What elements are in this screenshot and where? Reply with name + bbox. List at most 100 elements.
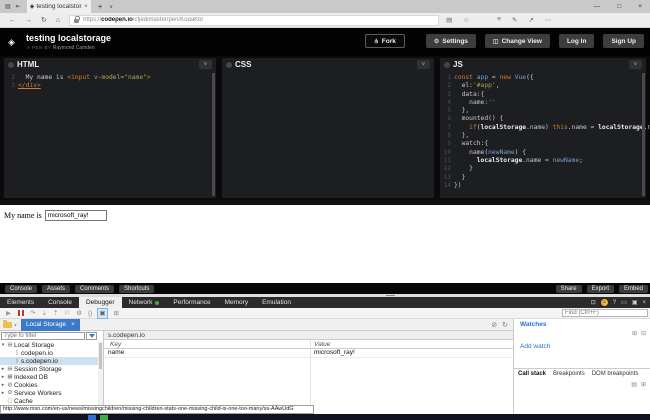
js-editor-scrollbar[interactable] xyxy=(642,73,645,196)
tab-dom-breakpoints[interactable]: DOM breakpoints xyxy=(592,371,639,377)
code-line[interactable]: 4 name:'' xyxy=(440,99,646,107)
tree-item[interactable]: ▾Local Storage xyxy=(0,341,103,349)
feedback-smiley-icon[interactable]: ☺ xyxy=(601,299,608,306)
web-note-icon[interactable] xyxy=(512,16,517,24)
tab-elements[interactable]: Elements xyxy=(0,297,41,308)
step-out-icon[interactable] xyxy=(53,309,58,318)
code-line[interactable]: 2 My name is <input v-model="name"> xyxy=(4,74,216,82)
js-code-area[interactable]: 1const app = new Vue({2 el:'#app',3 data… xyxy=(440,71,646,198)
folder-dropdown-icon[interactable] xyxy=(14,322,17,327)
name-input[interactable] xyxy=(45,210,107,221)
code-line[interactable]: 6 mounted() { xyxy=(440,115,646,123)
tab-breakpoints[interactable]: Breakpoints xyxy=(553,371,585,377)
stack-frames-icon[interactable] xyxy=(631,381,637,388)
add-watch-link[interactable]: Add watch xyxy=(520,343,550,350)
sign-up-button[interactable]: Sign Up xyxy=(603,34,644,48)
open-file-folder-icon[interactable] xyxy=(3,322,12,328)
code-line[interactable]: 13 } xyxy=(440,174,646,182)
tab-performance[interactable]: Performance xyxy=(166,297,217,308)
break-pause-icon[interactable] xyxy=(18,310,24,316)
home-button[interactable] xyxy=(56,17,60,24)
export-button[interactable]: Export xyxy=(587,285,614,293)
editor-settings-icon[interactable] xyxy=(226,62,232,68)
fork-button[interactable]: Fork xyxy=(365,34,405,48)
browser-tab[interactable]: testing localstorage xyxy=(27,0,91,13)
code-line[interactable]: 12 } xyxy=(440,165,646,173)
set-tabs-aside-icon[interactable] xyxy=(16,3,21,10)
taskbar-app-icon[interactable] xyxy=(100,415,108,420)
shortcuts-button[interactable]: Shortcuts xyxy=(119,285,154,293)
code-line[interactable]: 14}) xyxy=(440,182,646,190)
tab-emulation[interactable]: Emulation xyxy=(255,297,298,308)
filter-button[interactable] xyxy=(86,332,97,340)
continue-icon[interactable] xyxy=(6,309,11,318)
back-button[interactable] xyxy=(9,17,16,24)
tree-filter-input[interactable] xyxy=(1,332,85,340)
reading-view-icon[interactable] xyxy=(446,16,452,24)
tree-item[interactable]: ▸Service Workers xyxy=(0,389,103,397)
column-header-value[interactable]: Value xyxy=(314,341,330,348)
debugger-options-icon[interactable] xyxy=(114,309,119,318)
pretty-print-icon[interactable] xyxy=(88,309,92,318)
dock-bottom-icon[interactable] xyxy=(621,299,627,306)
embed-button[interactable]: Embed xyxy=(619,285,648,293)
step-into-icon[interactable] xyxy=(41,309,46,318)
devtools-close-icon[interactable] xyxy=(642,300,646,306)
more-menu-icon[interactable] xyxy=(545,16,552,24)
code-line[interactable]: 1const app = new Vue({ xyxy=(440,74,646,82)
help-icon[interactable] xyxy=(613,300,616,306)
code-line[interactable]: 5 }, xyxy=(440,107,646,115)
tab-memory[interactable]: Memory xyxy=(218,297,255,308)
refresh-button[interactable] xyxy=(41,16,47,24)
css-code-area[interactable] xyxy=(222,71,434,198)
tab-list-chevron-icon[interactable] xyxy=(109,4,113,10)
panel-collapse-icon[interactable] xyxy=(199,60,212,69)
window-close-button[interactable] xyxy=(638,3,642,10)
tree-item[interactable]: codepen.io xyxy=(0,349,103,357)
stack-options-icon[interactable] xyxy=(641,381,646,388)
step-over-icon[interactable] xyxy=(30,309,35,318)
add-watch-icon[interactable] xyxy=(632,330,637,337)
code-line[interactable]: 11 localStorage.name = newName; xyxy=(440,157,646,165)
taskbar-app-icon[interactable] xyxy=(88,415,96,420)
window-minimize-button[interactable] xyxy=(594,3,601,10)
url-field[interactable]: https://codepen.io/cfjedimaster/pen/Koda… xyxy=(69,15,439,26)
tree-item[interactable]: Cache xyxy=(0,397,103,405)
settings-button[interactable]: Settings xyxy=(426,34,476,48)
clear-storage-icon[interactable] xyxy=(491,321,497,329)
editor-settings-icon[interactable] xyxy=(444,62,450,68)
refresh-storage-icon[interactable] xyxy=(502,321,508,329)
console-button[interactable]: Console xyxy=(5,285,37,293)
codepen-logo-icon[interactable] xyxy=(8,37,15,48)
comments-button[interactable]: Comments xyxy=(75,285,114,293)
html-code-area[interactable]: 2 My name is <input v-model="name">3</di… xyxy=(4,71,216,198)
code-line[interactable]: 7 if(localStorage.name) this.name = loca… xyxy=(440,124,646,132)
tree-item[interactable]: ▸Indexed DB xyxy=(0,373,103,381)
exception-settings-icon[interactable] xyxy=(76,309,82,318)
tab-call-stack[interactable]: Call stack xyxy=(518,371,546,377)
tree-item[interactable]: s.codepen.io xyxy=(0,357,103,365)
tab-console[interactable]: Console xyxy=(41,297,79,308)
local-storage-doc-tab[interactable]: Local Storage xyxy=(21,319,80,331)
tab-preview-icon[interactable] xyxy=(5,3,11,10)
tab-network[interactable]: Network xyxy=(122,297,167,308)
break-on-new-worker-icon[interactable] xyxy=(64,309,70,318)
column-header-key[interactable]: Key xyxy=(110,341,121,348)
code-line[interactable]: 2 el:'#app', xyxy=(440,82,646,90)
tree-item[interactable]: ▸Cookies xyxy=(0,381,103,389)
share-button[interactable]: Share xyxy=(556,285,582,293)
undock-icon[interactable] xyxy=(632,299,638,306)
panel-collapse-icon[interactable] xyxy=(417,60,430,69)
html-editor-scrollbar[interactable] xyxy=(212,73,215,196)
forward-button[interactable] xyxy=(25,17,32,24)
find-input[interactable] xyxy=(562,309,648,317)
code-line[interactable]: 8 }, xyxy=(440,132,646,140)
panel-collapse-icon[interactable] xyxy=(629,60,642,69)
doc-tab-close-icon[interactable] xyxy=(71,322,75,328)
tree-scrollbar[interactable] xyxy=(98,341,103,414)
clear-watches-icon[interactable] xyxy=(641,330,646,337)
add-favorite-icon[interactable] xyxy=(463,16,469,24)
editor-settings-icon[interactable] xyxy=(8,62,14,68)
hub-icon[interactable] xyxy=(497,16,501,24)
code-line[interactable]: 10 name(newName) { xyxy=(440,149,646,157)
